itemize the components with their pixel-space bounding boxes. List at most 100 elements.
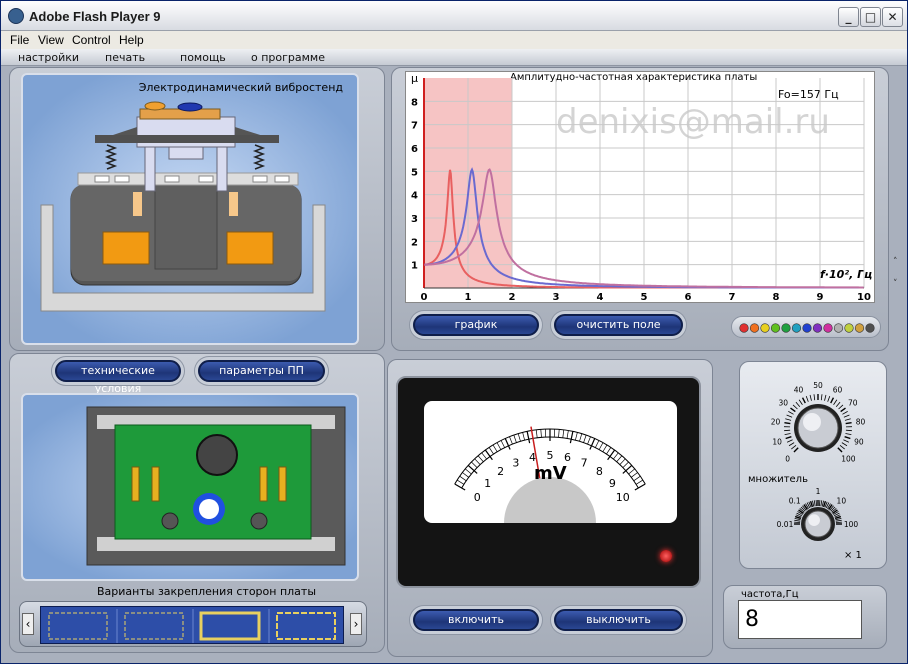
meter-tick <box>587 436 591 445</box>
scroll-up-icon[interactable]: ˄ <box>893 257 898 267</box>
vibrostand-drawing <box>40 101 326 312</box>
color-swatch-7 <box>812 323 823 333</box>
level-knob-label: 20 <box>771 417 781 426</box>
turn-on-button[interactable]: включить <box>413 609 539 631</box>
menu-view[interactable]: View <box>38 33 64 47</box>
variants-label: Варианты закрепления сторон платы <box>97 585 317 598</box>
multiplier-knob-tick <box>830 506 836 512</box>
meter-tick <box>535 429 538 438</box>
multiplier-knob-label: 0.01 <box>777 520 794 529</box>
frequency-response-chart: Амплитудно-частотная характеристика плат… <box>405 71 875 303</box>
close-button[interactable]: ✕ <box>882 7 903 27</box>
color-swatch-11 <box>854 323 865 333</box>
menu-control[interactable]: Control <box>72 33 111 47</box>
meter-scale-label: 5 <box>547 449 554 462</box>
level-knob-tick <box>801 397 806 404</box>
color-swatch-12 <box>865 323 875 333</box>
level-knob-label: 40 <box>794 386 804 395</box>
meter-tick <box>526 431 531 444</box>
color-swatch-6 <box>802 323 812 333</box>
level-knob-tick <box>791 445 797 450</box>
meter-tick <box>465 468 472 475</box>
board-view <box>21 393 359 581</box>
y-tick-label: 3 <box>411 214 418 225</box>
x-tick-label: 2 <box>509 292 516 303</box>
chart-plot: 0 1 2 3 4 5 6 7 8 9 10 1 2 3 4 5 6 7 8 <box>411 78 871 303</box>
app-tab-bar: настройки печать помощь о программе <box>1 49 907 66</box>
app-window: Adobe Flash Player 9 _ □ ✕ File View Con… <box>0 0 908 664</box>
level-knob-tick <box>790 407 796 413</box>
variants-right-arrow[interactable]: › <box>350 613 362 635</box>
meter-scale-label: 1 <box>484 477 491 490</box>
level-knob-tick <box>843 414 850 418</box>
frequency-input[interactable]: 8 <box>738 600 862 639</box>
color-swatch-3 <box>770 323 781 333</box>
level-knob-tick <box>833 399 838 405</box>
voltmeter: 0 1 2 3 4 5 6 7 8 9 10 mV <box>396 376 701 588</box>
meter-tick <box>500 440 505 448</box>
meter-scale-label: 8 <box>596 465 603 478</box>
menu-file[interactable]: File <box>10 33 29 47</box>
knobs-panel: 0 10 20 30 40 50 60 70 80 90 100 0.01 0.1 1 10 100 множ… <box>739 361 887 569</box>
level-knob-label: 70 <box>848 399 858 408</box>
multiplier-knob-label: 0.1 <box>789 497 801 506</box>
meter-tick <box>575 432 578 441</box>
tab-print[interactable]: печать <box>105 51 145 64</box>
meter-scale-label: 3 <box>512 456 519 469</box>
level-knob-tick <box>784 433 791 436</box>
color-swatch-4 <box>781 323 791 333</box>
flash-player-icon <box>8 8 24 24</box>
multiplier-knob-tick <box>835 519 842 522</box>
multiplier-label: множитель <box>748 474 808 485</box>
tech-conditions-button[interactable]: технические условия <box>55 360 181 395</box>
level-knob-tick <box>837 447 843 453</box>
meter-tick <box>631 472 638 478</box>
meter-tick <box>459 475 467 482</box>
meter-tick <box>558 429 560 438</box>
tab-help[interactable]: помощь <box>180 51 226 64</box>
multiplier-knob-label: 10 <box>837 497 847 506</box>
meter-tick <box>583 435 587 443</box>
color-palette <box>731 316 881 338</box>
level-knob-tick <box>824 394 827 401</box>
tab-about[interactable]: о программе <box>251 51 325 64</box>
pcb-params-button[interactable]: параметры ПП <box>198 360 325 382</box>
level-knob-label: 50 <box>813 381 823 390</box>
maximize-button[interactable]: □ <box>860 7 881 27</box>
turn-off-button[interactable]: выключить <box>554 609 683 631</box>
meter-scale-label: 9 <box>609 477 616 490</box>
meter-tick <box>579 433 583 442</box>
color-swatch-1 <box>749 323 760 333</box>
clear-field-button[interactable]: очистить поле <box>554 314 683 336</box>
meter-scale-label: 7 <box>581 456 588 469</box>
x-tick-label: 0 <box>421 292 428 303</box>
minimize-button[interactable]: _ <box>838 7 859 27</box>
y-tick-label: 1 <box>411 261 418 272</box>
level-knob-tick <box>784 421 791 425</box>
level-knob-tick <box>809 394 812 401</box>
meter-tick <box>471 461 478 468</box>
y-tick-label: 5 <box>411 167 418 178</box>
meter-tick <box>522 432 525 441</box>
meter-tick <box>481 452 487 460</box>
scroll-down-icon[interactable]: ˅ <box>893 279 898 289</box>
meter-tick <box>616 455 623 463</box>
menu-help[interactable]: Help <box>119 33 144 47</box>
variants-left-arrow[interactable]: ‹ <box>22 613 34 635</box>
level-knob-tick <box>843 439 850 443</box>
variants-strip: ‹ › <box>19 601 367 647</box>
level-knob-label: 80 <box>856 417 866 426</box>
level-knob-tick <box>839 445 845 450</box>
meter-tick <box>598 442 604 450</box>
meter-tick <box>492 444 498 452</box>
meter-tick <box>613 452 619 460</box>
x-tick-label: 4 <box>597 292 604 303</box>
meter-scale-label: 10 <box>616 491 630 504</box>
level-knob-tick <box>840 407 846 413</box>
x-tick-label: 6 <box>685 292 692 303</box>
tab-settings[interactable]: настройки <box>18 51 79 64</box>
level-knob-tick <box>830 397 835 404</box>
level-knob-tick <box>785 435 792 440</box>
x-tick-label: 9 <box>817 292 824 303</box>
graph-button[interactable]: график <box>413 314 539 336</box>
